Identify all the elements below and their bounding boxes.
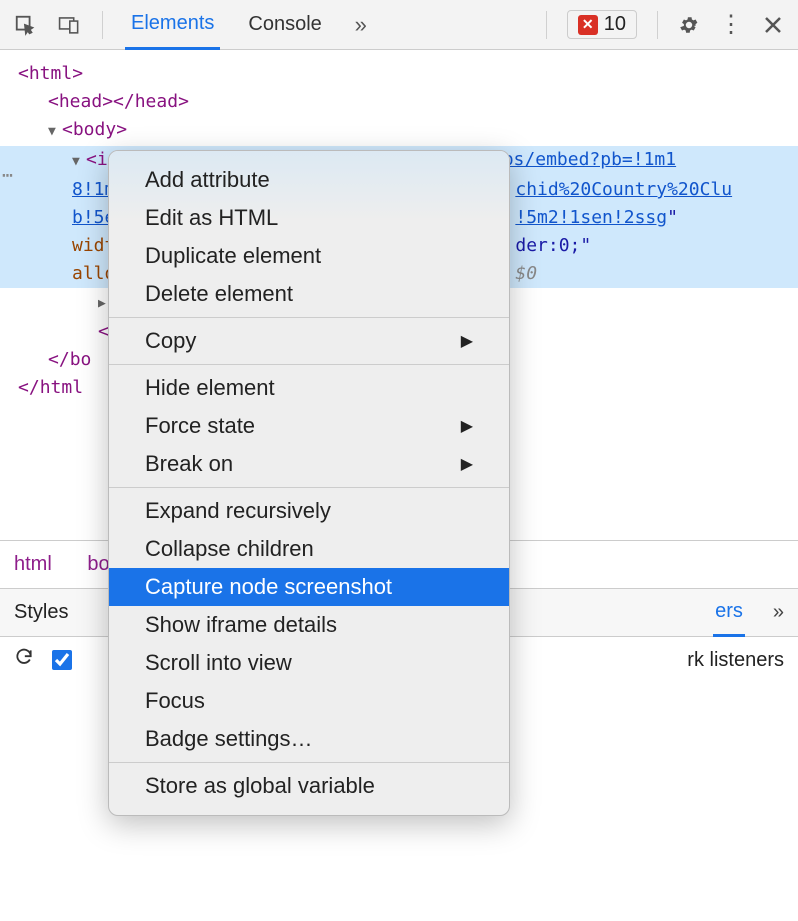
ctx-item-label: Store as global variable	[145, 773, 375, 799]
ctx-item-add-attribute[interactable]: Add attribute	[109, 161, 509, 199]
ctx-item-label: Delete element	[145, 281, 293, 307]
ctx-item-expand-recursively[interactable]: Expand recursively	[109, 492, 509, 530]
ctx-item-store-as-global-variable[interactable]: Store as global variable	[109, 767, 509, 805]
ctx-item-label: Expand recursively	[145, 498, 331, 524]
tab-elements[interactable]: Elements	[125, 0, 220, 50]
tab-console[interactable]: Console	[242, 0, 327, 50]
ctx-item-show-iframe-details[interactable]: Show iframe details	[109, 606, 509, 644]
ctx-item-label: Edit as HTML	[145, 205, 278, 231]
node-html-open[interactable]: <html>	[18, 60, 798, 88]
toolbar-separator	[657, 11, 658, 39]
subtab-event-listeners[interactable]: ers	[713, 589, 745, 637]
toolbar-separator	[546, 11, 547, 39]
ctx-item-scroll-into-view[interactable]: Scroll into view	[109, 644, 509, 682]
error-count: 10	[604, 13, 626, 36]
ctx-item-label: Focus	[145, 688, 205, 714]
node-body-open[interactable]: ▼<body>	[18, 116, 798, 146]
ctx-item-force-state[interactable]: Force state ▶	[109, 407, 509, 445]
node-head[interactable]: <head></head>	[18, 88, 798, 116]
ctx-item-label: Scroll into view	[145, 650, 292, 676]
ctx-item-label: Hide element	[145, 375, 275, 401]
ctx-item-label: Duplicate element	[145, 243, 321, 269]
kebab-icon[interactable]: ⋮	[720, 14, 742, 36]
error-x-icon: ✕	[578, 15, 598, 35]
toolbar-left: Elements Console »	[14, 0, 372, 50]
devtools-toolbar: Elements Console » ✕ 10 ⋮	[0, 0, 798, 50]
gutter-dots-icon: ⋯	[2, 162, 14, 190]
refresh-icon[interactable]	[14, 647, 34, 673]
breadcrumb-body[interactable]: bo	[87, 553, 109, 575]
ctx-item-capture-node-screenshot[interactable]: Capture node screenshot	[109, 568, 509, 606]
device-toggle-icon[interactable]	[58, 14, 80, 36]
ctx-item-duplicate-element[interactable]: Duplicate element	[109, 237, 509, 275]
ctx-item-label: Add attribute	[145, 167, 270, 193]
context-menu: Add attribute Edit as HTML Duplicate eleme…	[108, 150, 510, 816]
error-badge[interactable]: ✕ 10	[567, 10, 637, 39]
toolbar-right: ✕ 10 ⋮	[546, 10, 784, 39]
close-icon[interactable]	[762, 14, 784, 36]
ctx-item-copy[interactable]: Copy ▶	[109, 322, 509, 360]
ancestors-checkbox[interactable]	[52, 650, 72, 670]
ctx-item-edit-as-html[interactable]: Edit as HTML	[109, 199, 509, 237]
ctx-item-label: Badge settings…	[145, 726, 313, 752]
ctx-item-badge-settings[interactable]: Badge settings…	[109, 720, 509, 758]
ctx-item-label: Collapse children	[145, 536, 314, 562]
more-tabs-icon[interactable]: »	[350, 14, 372, 36]
more-subtabs-icon[interactable]: »	[773, 601, 784, 624]
ctx-item-hide-element[interactable]: Hide element	[109, 369, 509, 407]
chevron-right-icon: ▶	[461, 416, 473, 436]
ctx-item-label: Show iframe details	[145, 612, 337, 638]
subtab-styles[interactable]: Styles	[14, 601, 68, 624]
chevron-right-icon: ▶	[461, 331, 473, 351]
ctx-item-label: Break on	[145, 451, 233, 477]
ctx-item-delete-element[interactable]: Delete element	[109, 275, 509, 313]
ctx-item-label: Force state	[145, 413, 255, 439]
ctx-item-focus[interactable]: Focus	[109, 682, 509, 720]
breadcrumb-html[interactable]: html	[14, 553, 52, 575]
gear-icon[interactable]	[678, 14, 700, 36]
ctx-item-label: Copy	[145, 328, 196, 354]
inspect-icon[interactable]	[14, 14, 36, 36]
ctx-item-label: Capture node screenshot	[145, 574, 392, 600]
toolbar-separator	[102, 11, 103, 39]
framework-listeners-label: rk listeners	[687, 649, 784, 672]
ctx-item-collapse-children[interactable]: Collapse children	[109, 530, 509, 568]
chevron-right-icon: ▶	[461, 454, 473, 474]
ctx-item-break-on[interactable]: Break on ▶	[109, 445, 509, 483]
